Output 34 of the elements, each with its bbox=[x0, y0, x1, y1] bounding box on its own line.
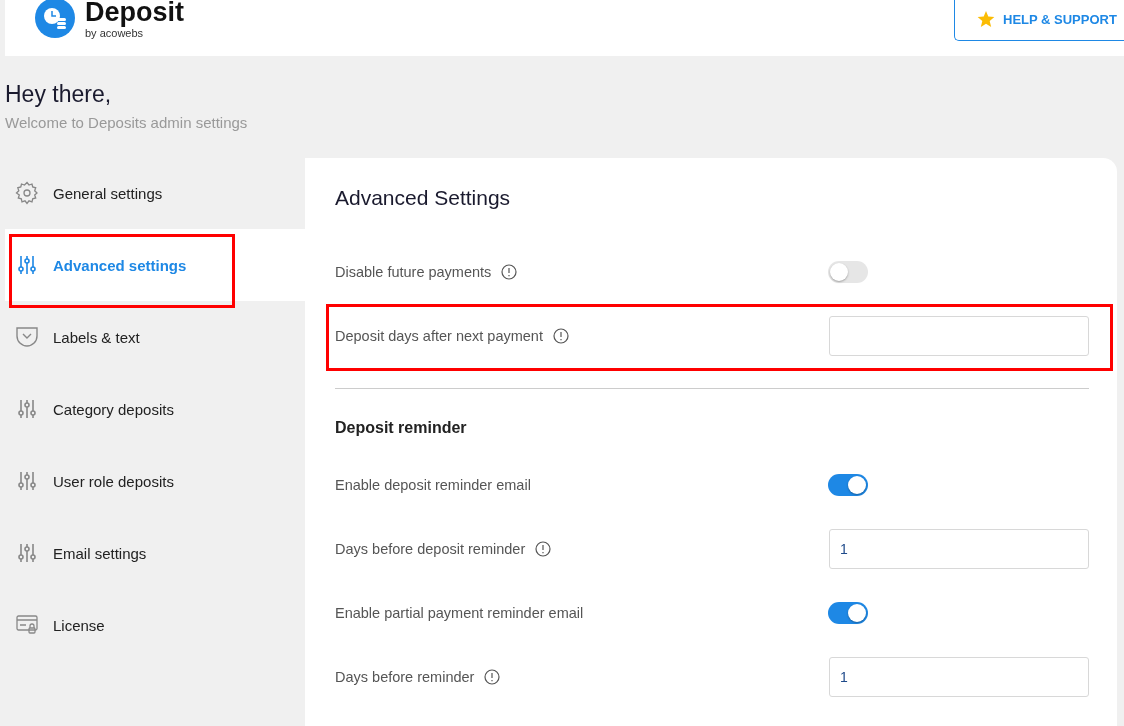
help-support-button[interactable]: HELP & SUPPORT bbox=[954, 0, 1124, 41]
gear-icon bbox=[15, 181, 39, 205]
star-icon bbox=[977, 10, 995, 28]
toggle-switch[interactable] bbox=[828, 261, 868, 283]
number-field[interactable]: 1 bbox=[829, 657, 1089, 697]
setting-label: Deposit days after next payment bbox=[335, 328, 543, 344]
setting-label: Disable future payments bbox=[335, 264, 492, 280]
brand-byline: by acowebs bbox=[85, 27, 145, 39]
setting-label: Enable partial payment reminder email bbox=[335, 605, 584, 621]
sidebar-item[interactable]: Labels & text bbox=[5, 301, 305, 373]
sliders-icon bbox=[15, 543, 39, 563]
toggle-switch[interactable] bbox=[828, 474, 868, 496]
sidebar-item[interactable]: User role deposits bbox=[5, 445, 305, 517]
brand-name: Deposit bbox=[85, 0, 184, 27]
toggle-switch[interactable] bbox=[828, 602, 868, 624]
sliders-icon bbox=[15, 255, 39, 275]
setting-label: Days before reminder bbox=[335, 669, 475, 685]
card-icon bbox=[15, 615, 39, 635]
greeting-title: Hey there, bbox=[5, 81, 113, 108]
setting-label: Enable deposit reminder email bbox=[335, 477, 531, 493]
greeting-subtitle: Welcome to Deposits admin settings bbox=[5, 114, 249, 131]
sliders-icon bbox=[15, 471, 39, 491]
sidebar-item[interactable]: Category deposits bbox=[5, 373, 305, 445]
setting-label: Days before deposit reminder bbox=[335, 541, 526, 557]
panel-title: Advanced Settings bbox=[335, 186, 512, 210]
sliders-icon bbox=[15, 399, 39, 419]
sidebar-item[interactable]: License bbox=[5, 589, 305, 661]
number-field[interactable]: 1 bbox=[829, 529, 1089, 569]
number-field[interactable] bbox=[829, 316, 1089, 356]
sidebar-item[interactable]: Email settings bbox=[5, 517, 305, 589]
sidebar-item[interactable]: Advanced settings bbox=[5, 229, 305, 301]
section-heading: Deposit reminder bbox=[335, 419, 468, 437]
pocket-icon bbox=[15, 326, 39, 348]
sidebar-item[interactable]: General settings bbox=[5, 157, 305, 229]
